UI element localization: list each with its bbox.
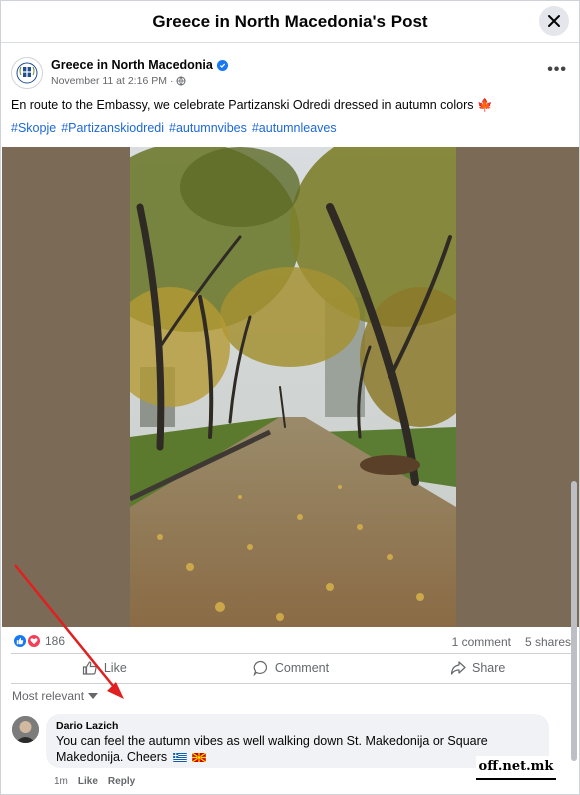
hashtag-link[interactable]: #Partizanskiodredi [61,121,164,135]
north-macedonia-flag-icon [192,753,207,763]
person-photo [12,716,39,743]
sort-label: Most relevant [12,689,85,703]
post-actions: Like Comment Share [11,655,571,681]
speech-bubble-icon [253,660,267,676]
commenter-name[interactable]: Dario Lazich [56,720,539,732]
coat-of-arms-icon [16,62,38,84]
hashtag-link[interactable]: #Skopje [11,121,56,135]
share-button[interactable]: Share [384,655,571,681]
reaction-summary[interactable]: 186 [13,634,65,648]
comment-bubble: Dario Lazich You can feel the autumn vib… [46,714,549,768]
close-icon [548,15,560,27]
page-avatar[interactable] [11,57,43,89]
post-timestamp[interactable]: November 11 at 2:16 PM [51,75,167,87]
comment-age[interactable]: 1m [54,776,68,787]
close-button[interactable] [539,6,569,36]
comment-body: You can feel the autumn vibes as well wa… [56,734,488,764]
comment-reply-button[interactable]: Reply [108,776,135,787]
reaction-count: 186 [45,634,66,648]
like-button[interactable]: Like [11,655,198,681]
share-label: Share [472,661,506,675]
divider [11,653,571,654]
watermark: off.net.mk [476,756,556,780]
post-photo[interactable] [130,147,456,627]
greece-flag-icon [172,753,187,763]
comment-footer: 1m Like Reply [54,776,135,787]
thumbs-up-icon [82,661,97,675]
hashtag-link[interactable]: #autumnleaves [252,121,337,135]
hashtag-list: #Skopje #Partizanskiodredi #autumnvibes … [11,121,337,135]
comment-text: You can feel the autumn vibes as well wa… [56,733,539,765]
comment-label: Comment [274,661,330,675]
comment-button[interactable]: Comment [198,655,385,681]
more-options-button[interactable]: ••• [547,61,567,79]
like-label: Like [103,661,127,675]
post-author[interactable]: Greece in North Macedonia [51,58,228,72]
divider [11,683,571,684]
post-dialog: Greece in North Macedonia's Post Greece … [0,0,580,795]
comment-sort-dropdown[interactable]: Most relevant [12,689,99,703]
like-reaction-icon [13,634,27,648]
comment-count-link[interactable]: 1 comment [452,635,511,649]
author-name[interactable]: Greece in North Macedonia [51,58,213,72]
autumn-park-photo [130,147,456,627]
post-caption: En route to the Embassy, we celebrate Pa… [11,98,493,113]
dialog-header: Greece in North Macedonia's Post [1,1,579,43]
caption-text: En route to the Embassy, we celebrate Pa… [11,98,474,112]
verified-badge-icon [216,59,228,71]
scrollbar[interactable] [571,481,577,761]
commenter-avatar[interactable] [12,716,39,743]
caret-down-icon [88,693,99,699]
love-reaction-icon [27,634,41,648]
comment-like-button[interactable]: Like [78,776,98,787]
dialog-title: Greece in North Macedonia's Post [152,11,428,31]
maple-leaf-emoji: 🍁 [476,98,493,112]
post-header: Greece in North Macedonia November 11 at… [11,55,571,95]
post-meta: November 11 at 2:16 PM · [51,75,186,87]
hashtag-link[interactable]: #autumnvibes [169,121,247,135]
share-arrow-icon [450,661,466,675]
globe-icon [176,76,186,86]
engagement-counts: 1 comment 5 shares [452,635,571,649]
share-count-link[interactable]: 5 shares [525,635,571,649]
